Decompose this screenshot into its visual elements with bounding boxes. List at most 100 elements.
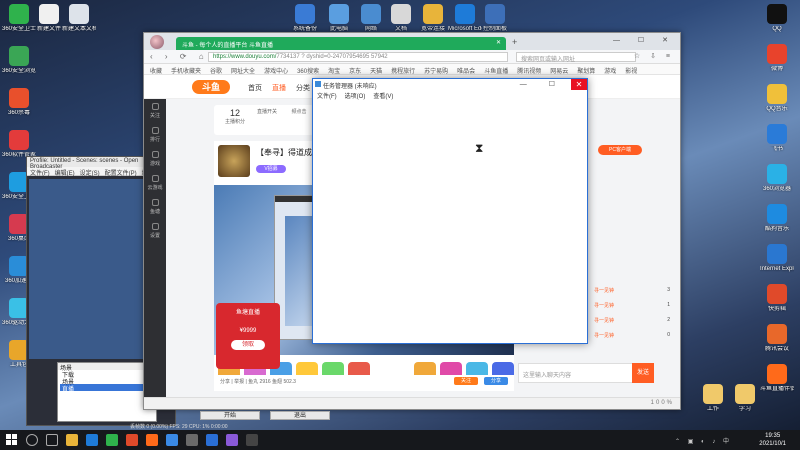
clock[interactable]: 19:35 2021/10/1 xyxy=(759,432,786,448)
desktop-shortcut[interactable]: 控制面板 xyxy=(478,4,512,33)
obs-menu-item[interactable]: 设定(S) xyxy=(80,171,100,177)
bookmarks-bar[interactable]: 收藏 手机收藏夹 谷歌 网址大全 游戏中心 360搜索 淘宝 京东 天猫 携程旅行 苏宁易购 唯品会斗… xyxy=(144,64,680,75)
desktop-shortcut[interactable]: 此电脑 xyxy=(322,4,356,33)
stat-item[interactable]: 12 主播积分 xyxy=(220,108,250,125)
desktop-shortcut[interactable]: 腾讯会议 xyxy=(760,324,794,353)
clock-time: 19:35 xyxy=(765,433,781,439)
side-nav[interactable]: 关注 排行 游戏 云游戏 鱼塘 设置 xyxy=(144,99,166,399)
rank-row[interactable]: 寻一见钟 0 xyxy=(594,332,674,339)
side-nav-item[interactable]: 设置 xyxy=(144,219,166,243)
desktop-shortcut[interactable]: 360安全浏览器 xyxy=(2,46,36,75)
pc-client-button[interactable]: PC客户端 xyxy=(598,145,642,155)
desktop-shortcut[interactable]: 飞书 xyxy=(760,124,794,153)
site-nav[interactable]: 首页 直播 分类 xyxy=(248,83,320,93)
shortcut-icon xyxy=(767,284,787,304)
new-tab-button[interactable]: + xyxy=(512,37,517,47)
avatar[interactable] xyxy=(150,35,164,49)
rank-row[interactable]: 寻一见钟 1 xyxy=(594,302,674,309)
site-nav-item[interactable]: 分类 xyxy=(296,85,310,92)
stat-item[interactable]: 频点击 xyxy=(284,108,314,115)
obs-menu-item[interactable]: 文件(F) xyxy=(30,171,50,177)
obs-menu-item[interactable]: 编辑(E) xyxy=(55,171,75,177)
stat-item[interactable]: 直播开关 xyxy=(252,108,282,115)
douyu-logo[interactable]: 斗鱼 xyxy=(192,80,230,94)
360-browser-icon[interactable] xyxy=(106,434,118,446)
desktop-shortcut[interactable]: 酷狗音乐 xyxy=(760,204,794,233)
search-icon[interactable] xyxy=(26,434,38,446)
desktop-shortcut[interactable]: 系统备份 xyxy=(288,4,322,33)
task-manager-window[interactable]: 任务管理器 (未响应) — ☐ ✕ 文件(F) 选项(O) 查看(V) ⧗ xyxy=(312,78,588,344)
scene-item[interactable]: 直播 xyxy=(60,384,154,393)
desktop-shortcut[interactable]: 360杀毒 xyxy=(2,88,36,117)
desktop-shortcut[interactable]: QQ音乐 xyxy=(760,84,794,113)
desktop-shortcut[interactable]: 微博 xyxy=(760,44,794,73)
follow-button[interactable]: 关注 xyxy=(454,377,478,385)
task-manager-menu-item[interactable]: 文件(F) xyxy=(317,94,337,100)
toolbar-icons[interactable]: ☆ ⇩ ≡ xyxy=(634,52,674,60)
task-manager-taskbar-icon[interactable] xyxy=(166,434,178,446)
exit-button[interactable]: 退出 xyxy=(270,411,330,420)
side-nav-item[interactable]: 云游戏 xyxy=(144,171,166,195)
stream-tag[interactable]: V招募 xyxy=(256,165,286,173)
task-view-icon[interactable] xyxy=(46,434,58,446)
side-nav-item[interactable]: 关注 xyxy=(144,99,166,123)
desktop-shortcut[interactable]: 360安全卫士 xyxy=(2,4,36,33)
site-nav-item[interactable]: 直播 xyxy=(272,85,286,92)
side-nav-item[interactable]: 鱼塘 xyxy=(144,195,166,219)
side-nav-item[interactable]: 排行 xyxy=(144,123,166,147)
desktop-shortcut[interactable]: Microsoft Edge xyxy=(448,4,482,33)
close-button[interactable]: ✕ xyxy=(571,79,587,90)
side-nav-item[interactable]: 游戏 xyxy=(144,147,166,171)
task-manager-menu-item[interactable]: 选项(O) xyxy=(345,94,366,100)
desktop-shortcut[interactable]: 文档 xyxy=(384,4,418,33)
address-bar: ‹ › ⟳ ⌂ https://www.douyu.com/7734137 ? … xyxy=(144,50,680,64)
desktop-shortcut[interactable]: 新建文件 xyxy=(32,4,66,33)
rank-row[interactable]: 寻一见钟 3 xyxy=(594,287,674,294)
promo-popup[interactable]: 鱼塘直播 ¥9999 领取 xyxy=(216,303,280,369)
desktop-shortcut[interactable]: 工作 xyxy=(696,384,730,413)
rank-row[interactable]: 寻一见钟 2 xyxy=(594,317,674,324)
obs-taskbar-icon[interactable] xyxy=(126,434,138,446)
desktop-shortcut[interactable]: 斗鱼直播伴侣 xyxy=(760,364,794,393)
obs-menu-item[interactable]: 配置文件(P) xyxy=(105,171,137,177)
search-input[interactable]: 搜索网页或输入网址 xyxy=(516,52,636,63)
file-explorer-icon[interactable] xyxy=(66,434,78,446)
system-tray-icons[interactable]: ⌃ ▣ ◐ ♪ 中 xyxy=(675,436,732,445)
taskbar-app-icon[interactable] xyxy=(226,434,238,446)
taskbar-app-icon[interactable] xyxy=(206,434,218,446)
minimize-maximize-icons[interactable]: — ☐ xyxy=(520,80,565,88)
url-input[interactable]: https://www.douyu.com/7734137 ? dyshid=0… xyxy=(208,52,508,62)
nav-buttons[interactable]: ‹ › ⟳ ⌂ xyxy=(150,52,209,61)
desktop-shortcut[interactable]: QQ xyxy=(760,4,794,33)
desktop-shortcut[interactable]: 新建文本文档 xyxy=(62,4,96,33)
zoom-level[interactable]: 100% xyxy=(651,400,674,406)
tab-douyu[interactable]: 斗鱼 - 每个人的直播平台 斗鱼直播 ✕ xyxy=(176,37,506,50)
desktop-shortcut[interactable]: 网络 xyxy=(354,4,388,33)
send-button[interactable]: 发送 xyxy=(632,363,654,383)
edge-icon[interactable] xyxy=(86,434,98,446)
desktop-shortcut[interactable]: 360软件管家 xyxy=(2,130,36,159)
window-controls[interactable]: — ☐ ✕ xyxy=(613,36,676,44)
task-manager-menu[interactable]: 文件(F) 选项(O) 查看(V) xyxy=(313,90,587,100)
desktop-shortcut[interactable]: 学习 xyxy=(728,384,762,413)
douyu-taskbar-icon[interactable] xyxy=(146,434,158,446)
rank-name: 寻一见钟 xyxy=(594,288,615,294)
task-manager-menu-item[interactable]: 查看(V) xyxy=(373,94,393,100)
taskbar-app-icon[interactable] xyxy=(186,434,198,446)
desktop-shortcut[interactable]: 快剪辑 xyxy=(760,284,794,313)
promo-button[interactable]: 领取 xyxy=(231,340,265,350)
taskbar-app-icon[interactable] xyxy=(246,434,258,446)
shortcut-icon xyxy=(39,4,59,24)
desktop-shortcut[interactable]: 360浏览器 xyxy=(760,164,794,193)
scene-item[interactable]: 场景 xyxy=(60,377,154,386)
desktop-shortcut[interactable]: 宽带连接 xyxy=(416,4,450,33)
desktop-shortcut[interactable]: Internet Explorer xyxy=(760,244,794,273)
streamer-avatar[interactable] xyxy=(218,145,250,177)
windows-start-icon[interactable] xyxy=(6,434,18,446)
shortcut-icon xyxy=(9,130,29,150)
site-nav-item[interactable]: 首页 xyxy=(248,85,262,92)
close-tab-icon[interactable]: ✕ xyxy=(496,39,501,46)
start-button[interactable]: 开始 xyxy=(200,411,260,420)
scene-item[interactable]: 下载 xyxy=(60,370,154,379)
share-button[interactable]: 分享 xyxy=(484,377,508,385)
